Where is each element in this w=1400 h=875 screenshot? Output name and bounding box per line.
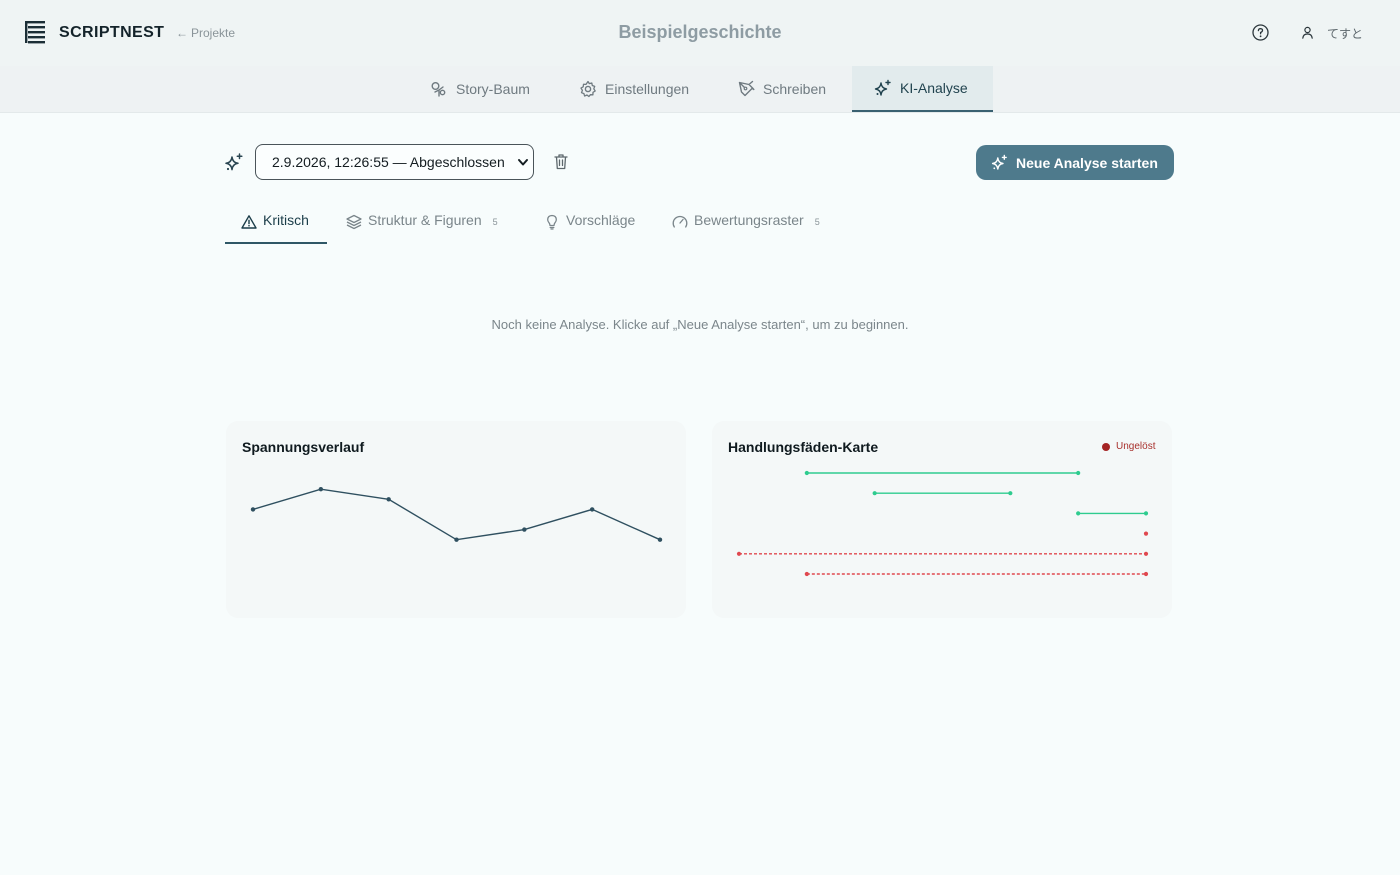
chevron-down-icon bbox=[518, 159, 528, 166]
trash-icon[interactable] bbox=[553, 153, 569, 170]
tension-point bbox=[386, 497, 391, 502]
tension-chart bbox=[250, 487, 663, 542]
new-analysis-label: Neue Analyse starten bbox=[1016, 154, 1158, 171]
thread-start-point bbox=[1076, 511, 1081, 516]
tension-chart-card: Spannungsverlauf bbox=[226, 421, 686, 618]
tab-ki-analyse[interactable]: KI-Analyse bbox=[852, 66, 993, 112]
tension-point bbox=[657, 537, 663, 542]
sparkles-icon bbox=[225, 153, 243, 171]
select-value: 2.9.2026, 12:26:55 — Abgeschlossen bbox=[272, 154, 505, 170]
thread-end-point bbox=[1076, 470, 1081, 476]
tension-line bbox=[252, 488, 661, 541]
thread-end-point bbox=[1143, 571, 1149, 577]
gear-icon bbox=[580, 80, 596, 98]
pen-icon bbox=[738, 80, 755, 97]
thread-start-point bbox=[804, 571, 809, 577]
subtab-vorschlaege[interactable]: Vorschläge bbox=[544, 212, 635, 244]
sparkles-icon bbox=[874, 79, 891, 96]
subtab-kritisch[interactable]: Kritisch bbox=[225, 212, 327, 244]
thread-end-point bbox=[1008, 491, 1013, 496]
tension-point bbox=[454, 537, 459, 542]
thread-end-point bbox=[1143, 551, 1149, 556]
layers-icon bbox=[346, 214, 362, 230]
tree-icon bbox=[431, 82, 446, 97]
tension-point bbox=[522, 527, 527, 532]
subtab-bewertungsraster[interactable]: Bewertungsraster 5 bbox=[672, 212, 820, 244]
tension-point bbox=[250, 507, 256, 512]
empty-state-message: Noch keine Analyse. Klicke auf „Neue Ana… bbox=[491, 317, 909, 332]
tab-schreiben[interactable]: Schreiben bbox=[737, 66, 826, 112]
thread-start-point bbox=[804, 470, 809, 476]
gauge-icon bbox=[672, 215, 688, 228]
tab-label: Story-Baum bbox=[456, 81, 530, 97]
analysis-version-select[interactable]: 2.9.2026, 12:26:55 — Abgeschlossen bbox=[255, 144, 534, 180]
thread-start-point bbox=[872, 491, 877, 496]
tab-einstellungen[interactable]: Einstellungen bbox=[579, 66, 689, 112]
user-name[interactable]: てすと bbox=[1327, 25, 1363, 42]
thread-start-point bbox=[736, 551, 742, 556]
thread-end-point bbox=[1143, 511, 1149, 516]
app-header: SCRIPTNEST ← Projekte Beispielgeschichte … bbox=[0, 0, 1400, 66]
count-badge: 5 bbox=[814, 217, 820, 227]
user-icon[interactable] bbox=[1301, 26, 1314, 39]
thread-start-point bbox=[1143, 531, 1149, 536]
tab-label: Einstellungen bbox=[605, 81, 690, 97]
subtab-struktur-figuren[interactable]: Struktur & Figuren 5 bbox=[346, 212, 498, 244]
plot-threads-card: Handlungsfäden-Karte Ungelöst bbox=[712, 421, 1172, 618]
plot-threads-chart bbox=[736, 470, 1149, 577]
tab-label: Schreiben bbox=[763, 81, 827, 97]
subtab-label: Kritisch bbox=[263, 212, 309, 228]
tension-point bbox=[589, 507, 595, 512]
lightbulb-icon bbox=[547, 214, 557, 230]
count-badge: 5 bbox=[492, 217, 498, 227]
tab-story-baum[interactable]: Story-Baum bbox=[430, 66, 530, 112]
subtab-label: Vorschläge bbox=[566, 212, 636, 228]
new-analysis-button[interactable]: Neue Analyse starten bbox=[976, 145, 1174, 180]
subtab-label: Bewertungsraster bbox=[694, 212, 804, 228]
tension-point bbox=[318, 487, 324, 492]
main-tab-bar: Story-Baum Einstellungen Schreiben KI-An… bbox=[0, 66, 1400, 113]
subtab-label: Struktur & Figuren bbox=[368, 212, 482, 228]
sparkles-icon bbox=[991, 154, 1007, 170]
tab-label: KI-Analyse bbox=[900, 80, 968, 96]
help-icon[interactable] bbox=[1252, 24, 1269, 41]
story-title: Beispielgeschichte bbox=[618, 22, 782, 42]
warning-icon bbox=[241, 215, 257, 229]
